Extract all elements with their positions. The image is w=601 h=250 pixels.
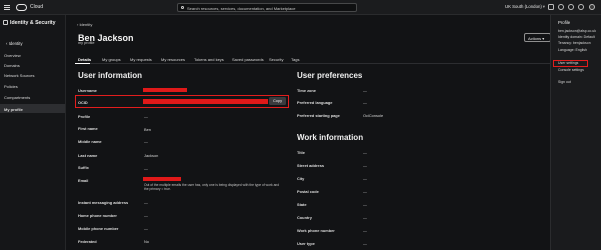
ocid-redacted	[143, 99, 268, 104]
instant-messaging-value: —	[144, 200, 148, 205]
preferred-starting-page-value: OciConsole	[363, 113, 384, 118]
username-label: Username	[78, 88, 97, 93]
cloud-shell-icon[interactable]	[548, 4, 554, 10]
nav-title: Identity & Security	[10, 20, 56, 26]
work-title-label: Title	[297, 150, 305, 155]
user-information-heading: User information	[78, 71, 143, 80]
city-label: City	[297, 176, 305, 181]
time-zone-label: Time zone	[297, 88, 316, 93]
page-subtitle: my profile	[78, 41, 95, 45]
sidebar-item-my-profile[interactable]: My profile	[0, 104, 65, 113]
preferred-language-label: Preferred language	[297, 100, 333, 105]
help-icon[interactable]	[568, 4, 574, 10]
chevron-down-icon: ▾	[542, 4, 545, 9]
profile-label: Profile	[78, 114, 91, 119]
oracle-logo[interactable]	[16, 4, 27, 11]
profile-menu-language[interactable]: Language: English	[558, 48, 587, 52]
tab-tokens-and-keys[interactable]: Tokens and keys	[194, 57, 224, 62]
country-value: —	[363, 215, 367, 220]
tab-my-requests[interactable]: My requests	[130, 57, 152, 62]
tab-my-groups[interactable]: My groups	[102, 57, 121, 62]
tab-saved-passwords[interactable]: Saved passwords	[232, 57, 264, 62]
tab-bar: Details My groups My requests My resourc…	[75, 55, 595, 64]
instant-messaging-label: Instant messaging address	[78, 200, 129, 205]
last-name-value: Jackson	[144, 153, 159, 158]
active-tab-indicator	[75, 63, 90, 64]
country-label: Country	[297, 215, 312, 220]
search-placeholder: Search resources, services, documentatio…	[187, 5, 296, 11]
email-label: Email	[78, 178, 89, 183]
top-bar: Cloud Search resources, services, docume…	[0, 0, 601, 15]
time-zone-value: —	[363, 88, 367, 93]
tab-my-resources[interactable]: My resources	[161, 57, 185, 62]
actions-button[interactable]: Actions ▾	[524, 33, 551, 42]
middle-name-value: —	[144, 139, 148, 144]
work-phone-value: —	[363, 228, 367, 233]
preferred-starting-page-label: Preferred starting page	[297, 113, 340, 118]
search-input[interactable]: Search resources, services, documentatio…	[177, 3, 357, 12]
user-type-value: —	[363, 241, 367, 246]
sidebar-item-policies[interactable]: Policies	[4, 84, 18, 89]
profile-menu-email[interactable]: ben.jackson@alsp.co.uk	[558, 29, 596, 33]
home-phone-value: —	[144, 213, 148, 218]
brand-label[interactable]: Cloud	[30, 4, 43, 10]
email-note: Out of the multiple emails the user has,…	[144, 183, 280, 192]
profile-menu-console-settings[interactable]: Console settings	[558, 68, 584, 72]
user-settings-highlight	[553, 60, 588, 67]
profile-menu-sign-out[interactable]: Sign out	[558, 80, 571, 84]
first-name-label: First name	[78, 126, 98, 131]
profile-menu-tenancy[interactable]: Tenancy: benjackson	[558, 41, 591, 45]
breadcrumb[interactable]: › Identity	[77, 22, 92, 27]
street-address-value: —	[363, 163, 367, 168]
tab-tags[interactable]: Tags	[291, 57, 299, 62]
username-redacted	[143, 88, 187, 92]
state-value: —	[363, 202, 367, 207]
region-label: UK South (London)	[505, 4, 542, 9]
language-icon[interactable]	[578, 4, 584, 10]
profile-value: —	[144, 114, 148, 119]
first-name-value: Ben	[144, 127, 151, 132]
nav-back-identity[interactable]: ‹ Identity	[6, 41, 22, 46]
user-preferences-heading: User preferences	[297, 71, 363, 80]
suffix-value: —	[144, 166, 148, 171]
email-redacted	[143, 177, 181, 181]
mobile-phone-label: Mobile phone number	[78, 226, 119, 231]
avatar-icon[interactable]	[589, 4, 595, 10]
last-name-label: Last name	[78, 153, 98, 158]
street-address-label: Street address	[297, 163, 325, 168]
postal-code-value: —	[363, 189, 367, 194]
middle-name-label: Middle name	[78, 139, 102, 144]
profile-menu-identity-domain[interactable]: Identity domain: Default	[558, 35, 595, 39]
work-title-value: —	[363, 150, 367, 155]
postal-code-label: Postal code	[297, 189, 319, 194]
sidebar-item-domains[interactable]: Domains	[4, 63, 20, 68]
shield-icon	[3, 20, 8, 25]
search-icon	[181, 6, 184, 9]
main-content: › Identity Ben Jackson my profile Action…	[66, 15, 601, 250]
ocid-label: OCID	[78, 100, 88, 105]
copy-button[interactable]: Copy	[269, 97, 286, 105]
federated-value: No	[144, 239, 149, 244]
home-phone-label: Home phone number	[78, 213, 117, 218]
mobile-phone-value: —	[144, 226, 148, 231]
suffix-label: Suffix	[78, 165, 89, 170]
tab-security[interactable]: Security	[269, 57, 283, 62]
work-information-heading: Work information	[297, 133, 364, 142]
profile-dropdown: Profile ben.jackson@alsp.co.uk Identity …	[550, 15, 601, 250]
work-phone-label: Work phone number	[297, 228, 335, 233]
left-navigation: Identity & Security ‹ Identity Overview …	[0, 15, 66, 250]
sidebar-item-compartments[interactable]: Compartments	[4, 95, 30, 100]
bell-icon[interactable]	[558, 4, 564, 10]
hamburger-icon[interactable]	[4, 5, 10, 10]
user-type-label: User type	[297, 241, 315, 246]
city-value: —	[363, 176, 367, 181]
state-label: State	[297, 202, 307, 207]
sidebar-item-overview[interactable]: Overview	[4, 53, 21, 58]
tab-details[interactable]: Details	[78, 57, 91, 62]
sidebar-item-network-sources[interactable]: Network Sources	[4, 73, 34, 78]
profile-menu-title: Profile	[558, 20, 571, 25]
region-selector[interactable]: UK South (London)▾	[505, 4, 545, 10]
federated-label: Federated	[78, 239, 97, 244]
preferred-language-value: —	[363, 100, 367, 105]
